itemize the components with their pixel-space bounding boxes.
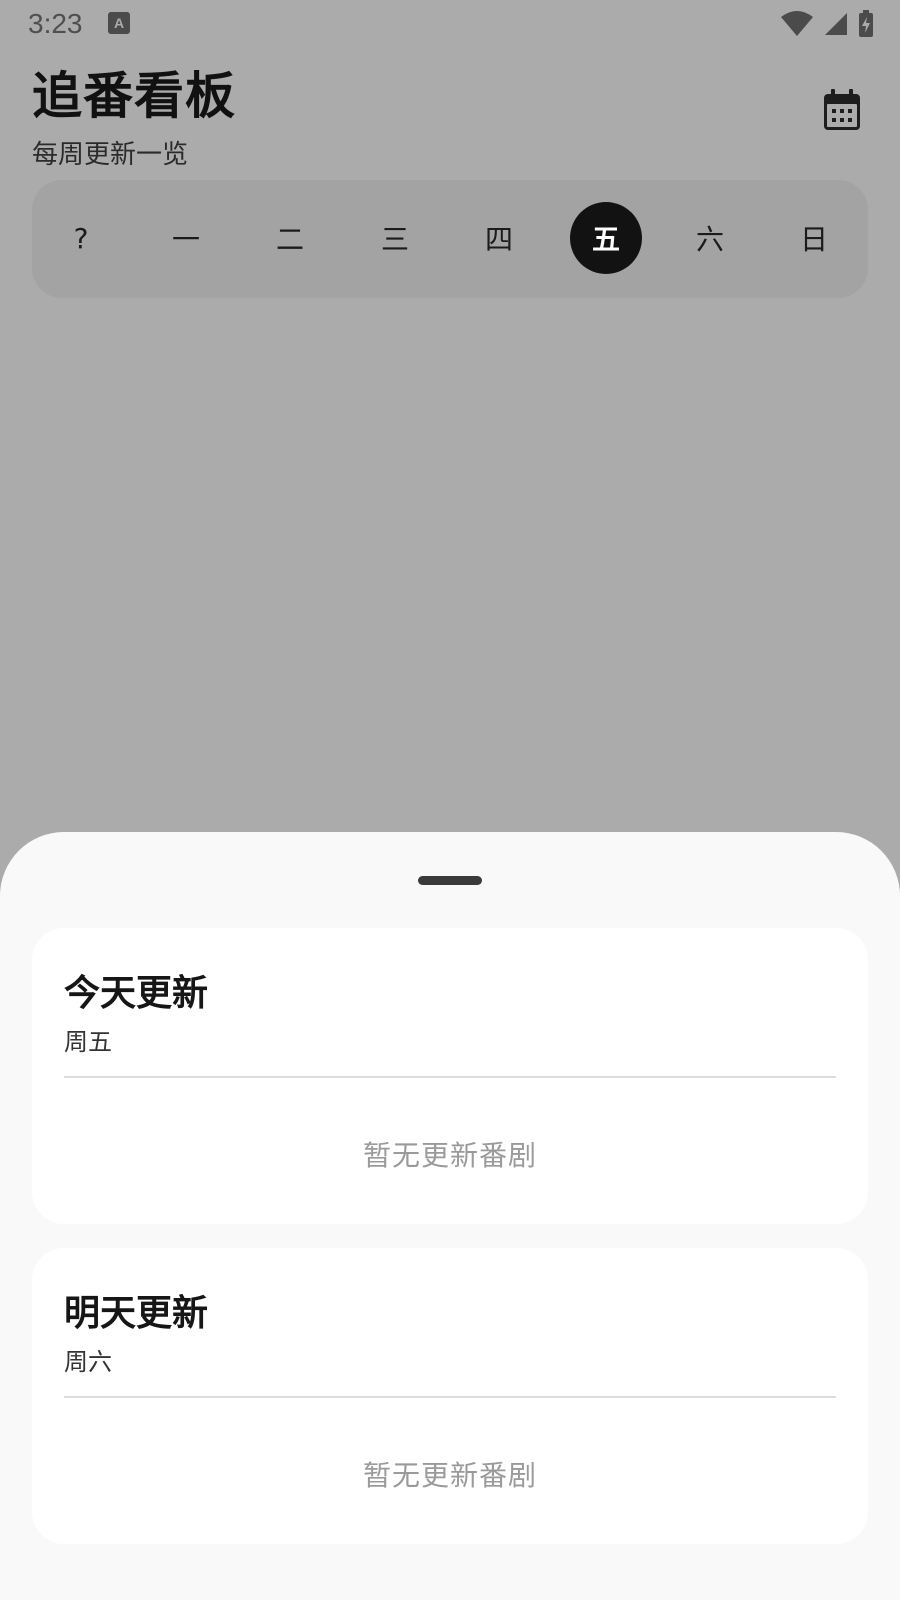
notification-app-icon: A — [108, 12, 130, 34]
today-title: 今天更新 — [64, 973, 209, 1014]
divider — [64, 1396, 836, 1398]
weekday-unknown[interactable]: ? — [45, 202, 117, 274]
calendar-icon — [823, 89, 861, 135]
tomorrow-empty-text: 暂无更新番剧 — [362, 1459, 537, 1492]
status-icons — [780, 10, 874, 38]
tomorrow-title: 明天更新 — [64, 1293, 209, 1334]
today-day: 周五 — [64, 1028, 112, 1056]
drag-handle[interactable] — [418, 876, 482, 885]
weekday-mon[interactable]: 一 — [150, 202, 222, 274]
weekday-sun[interactable]: 日 — [778, 202, 850, 274]
today-update-card: 今天更新 周五 暂无更新番剧 — [32, 928, 868, 1224]
status-time: 3:23 — [28, 8, 83, 39]
weekday-selector: ? 一 二 三 四 五 六 日 — [32, 180, 868, 298]
cell-signal-icon — [824, 12, 848, 36]
tomorrow-update-card: 明天更新 周六 暂无更新番剧 — [32, 1248, 868, 1544]
divider — [64, 1076, 836, 1078]
weekday-thu[interactable]: 四 — [463, 202, 535, 274]
bottom-sheet: 今天更新 周五 暂无更新番剧 明天更新 周六 暂无更新番剧 — [0, 832, 900, 1600]
wifi-icon — [780, 11, 814, 37]
screen: 3:23 A 追番看板 每周更新一览 ? 一 二 三 四 五 六 日 今天更新 … — [0, 0, 900, 1600]
tomorrow-day: 周六 — [64, 1348, 112, 1376]
battery-charging-icon — [858, 10, 874, 38]
weekday-fri[interactable]: 五 — [570, 202, 642, 274]
today-empty-text: 暂无更新番剧 — [362, 1139, 537, 1172]
status-bar: 3:23 A — [0, 0, 900, 48]
page-title: 追番看板 — [32, 67, 236, 125]
page-subtitle: 每周更新一览 — [32, 140, 189, 170]
calendar-button[interactable] — [818, 88, 866, 136]
weekday-tue[interactable]: 二 — [254, 202, 326, 274]
weekday-wed[interactable]: 三 — [359, 202, 431, 274]
weekday-sat[interactable]: 六 — [674, 202, 746, 274]
